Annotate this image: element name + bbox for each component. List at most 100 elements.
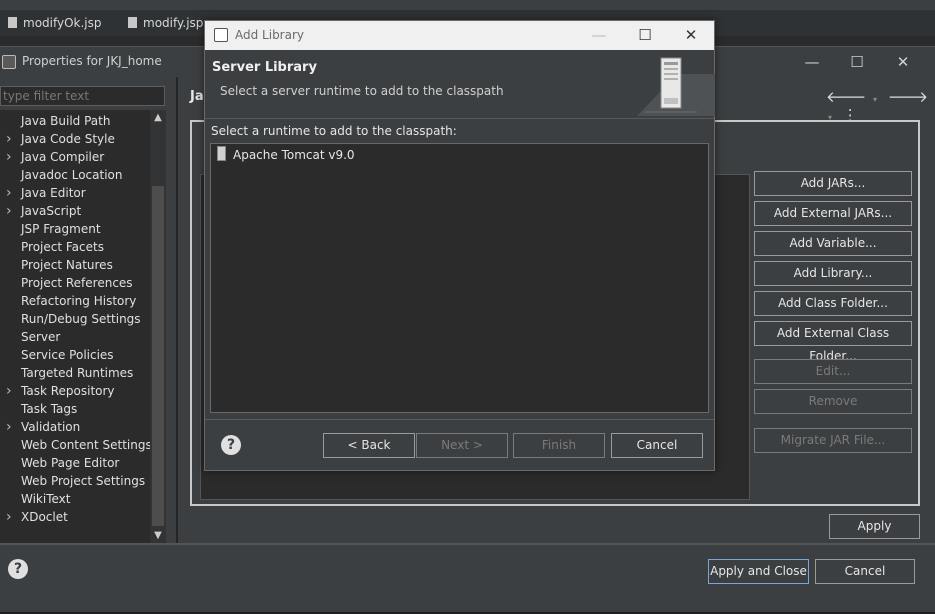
tree-item[interactable]: Refactoring History — [0, 292, 150, 310]
add-class-folder-button[interactable]: Add Class Folder... — [754, 291, 912, 316]
help-icon[interactable]: ? — [221, 435, 241, 455]
tree-item[interactable]: Run/Debug Settings — [0, 310, 150, 328]
tree-item[interactable]: Web Content Settings — [0, 436, 150, 454]
tree-item-label: Refactoring History — [21, 294, 137, 308]
tree-item-label: Project Facets — [21, 240, 104, 254]
runtime-list-label: Select a runtime to add to the classpath… — [211, 124, 457, 138]
tree-item[interactable]: › Validation — [0, 418, 150, 436]
add-jars-button[interactable]: Add JARs... — [754, 171, 912, 196]
panel-divider[interactable] — [176, 77, 178, 543]
add-external-jars-button[interactable]: Add External JARs... — [754, 201, 912, 226]
dialog-titlebar: Add Library — ☐ ✕ — [205, 21, 714, 50]
tree-item-label: Web Project Settings — [21, 474, 146, 488]
wizard-title: Server Library — [212, 60, 317, 75]
eclipse-app-icon — [2, 55, 16, 69]
server-icon — [217, 146, 226, 161]
cancel-button[interactable]: Cancel — [815, 559, 915, 584]
back-button[interactable]: < Back — [323, 433, 415, 458]
close-icon[interactable]: ✕ — [668, 21, 714, 50]
close-icon[interactable]: ✕ — [880, 47, 926, 77]
tree-item[interactable]: Web Page Editor — [0, 454, 150, 472]
help-icon[interactable]: ? — [8, 559, 28, 579]
scroll-up-icon[interactable]: ▲ — [150, 110, 166, 126]
scroll-down-icon[interactable]: ▼ — [150, 528, 166, 544]
editor-tab-label: modify.jsp — [143, 16, 204, 30]
tree-item-label: WikiText — [21, 492, 71, 506]
tree-item[interactable]: › Java Editor — [0, 184, 150, 202]
tree-item-label: Javadoc Location — [21, 168, 123, 182]
server-banner-icon — [637, 57, 715, 116]
add-library-button[interactable]: Add Library... — [754, 261, 912, 286]
tree-item-label: Java Code Style — [21, 132, 115, 146]
runtime-list[interactable]: Apache Tomcat v9.0 — [210, 143, 709, 413]
tree-item-label: Web Page Editor — [21, 456, 120, 470]
expand-arrow-icon[interactable]: › — [6, 508, 12, 526]
tree-item[interactable]: Server — [0, 328, 150, 346]
tree-scrollbar[interactable]: ▲ ▼ — [150, 110, 166, 545]
tree-item-label: Run/Debug Settings — [21, 312, 141, 326]
tree-item-label: Service Policies — [21, 348, 114, 362]
edit-button[interactable]: Edit... — [754, 359, 912, 384]
dialog-title: Add Library — [235, 28, 305, 42]
tree-item[interactable]: › Java Code Style — [0, 130, 150, 148]
maximize-icon[interactable]: ☐ — [622, 21, 668, 50]
finish-button[interactable]: Finish — [513, 433, 605, 458]
apply-and-close-button[interactable]: Apply and Close — [708, 559, 809, 584]
tree-item[interactable]: Java Build Path — [0, 112, 150, 130]
tree-item[interactable]: WikiText — [0, 490, 150, 508]
minimize-icon[interactable]: — — [576, 21, 622, 50]
add-library-dialog: Add Library — ☐ ✕ Server Library Select … — [204, 20, 715, 471]
tree-item[interactable]: Project References — [0, 274, 150, 292]
tree-item-label: Java Editor — [21, 186, 86, 200]
add-external-class-folder-button[interactable]: Add External Class Folder... — [754, 321, 912, 363]
tree-item[interactable]: Project Natures — [0, 256, 150, 274]
tree-item-label: Java Build Path — [21, 114, 111, 128]
migrate-jar-button[interactable]: Migrate JAR File... — [754, 428, 912, 453]
tree-item-label: JSP Fragment — [21, 222, 101, 236]
eclipse-app-icon — [214, 28, 228, 42]
tree-item[interactable]: › JavaScript — [0, 202, 150, 220]
tree-item[interactable]: JSP Fragment — [0, 220, 150, 238]
scroll-thumb[interactable] — [152, 186, 164, 526]
tree-item-label: Validation — [21, 420, 81, 434]
tree-item[interactable]: Project Facets — [0, 238, 150, 256]
next-button[interactable]: Next > — [416, 433, 508, 458]
maximize-icon[interactable]: ☐ — [834, 47, 880, 77]
expand-arrow-icon[interactable]: › — [6, 382, 12, 400]
tree-item[interactable]: Javadoc Location — [0, 166, 150, 184]
expand-arrow-icon[interactable]: › — [6, 202, 12, 220]
jsp-file-icon — [128, 17, 137, 28]
expand-arrow-icon[interactable]: › — [6, 418, 12, 436]
filter-input[interactable] — [0, 86, 165, 106]
properties-window-title: Properties for JKJ_home — [22, 54, 162, 68]
jsp-file-icon — [8, 17, 17, 28]
cancel-button[interactable]: Cancel — [611, 433, 703, 458]
ide-toolbar — [0, 0, 935, 10]
tree-item-label: XDoclet — [21, 510, 68, 524]
tree-item[interactable]: Task Tags — [0, 400, 150, 418]
back-arrow-icon[interactable]: 🡐 — [826, 88, 866, 106]
tree-item[interactable]: › Java Compiler — [0, 148, 150, 166]
tree-item-label: Web Content Settings — [21, 438, 150, 452]
add-variable-button[interactable]: Add Variable... — [754, 231, 912, 256]
tree-item-label: Targeted Runtimes — [21, 366, 134, 380]
list-item[interactable]: Apache Tomcat v9.0 — [217, 146, 355, 164]
tree-item[interactable]: Web Project Settings — [0, 472, 150, 490]
remove-button[interactable]: Remove — [754, 389, 912, 414]
minimize-icon[interactable]: — — [789, 47, 835, 77]
expand-arrow-icon[interactable]: › — [6, 130, 12, 148]
back-dropdown-icon[interactable]: ▾ — [873, 95, 877, 104]
tree-item[interactable]: Service Policies — [0, 346, 150, 364]
tree-item[interactable]: › Task Repository — [0, 382, 150, 400]
tree-item-label: Java Compiler — [21, 150, 105, 164]
tree-item[interactable]: › XDoclet — [0, 508, 150, 526]
wizard-header: Server Library Select a server runtime t… — [205, 50, 715, 119]
apply-button[interactable]: Apply — [829, 514, 920, 539]
editor-tab-modify[interactable]: modify.jsp — [128, 12, 203, 34]
expand-arrow-icon[interactable]: › — [6, 148, 12, 166]
tree-item[interactable]: Targeted Runtimes — [0, 364, 150, 382]
editor-tab-modifyok[interactable]: modifyOk.jsp — [8, 12, 102, 34]
expand-arrow-icon[interactable]: › — [6, 184, 12, 202]
forward-arrow-icon[interactable]: 🡒 — [888, 88, 928, 106]
runtime-item-label: Apache Tomcat v9.0 — [233, 148, 355, 162]
